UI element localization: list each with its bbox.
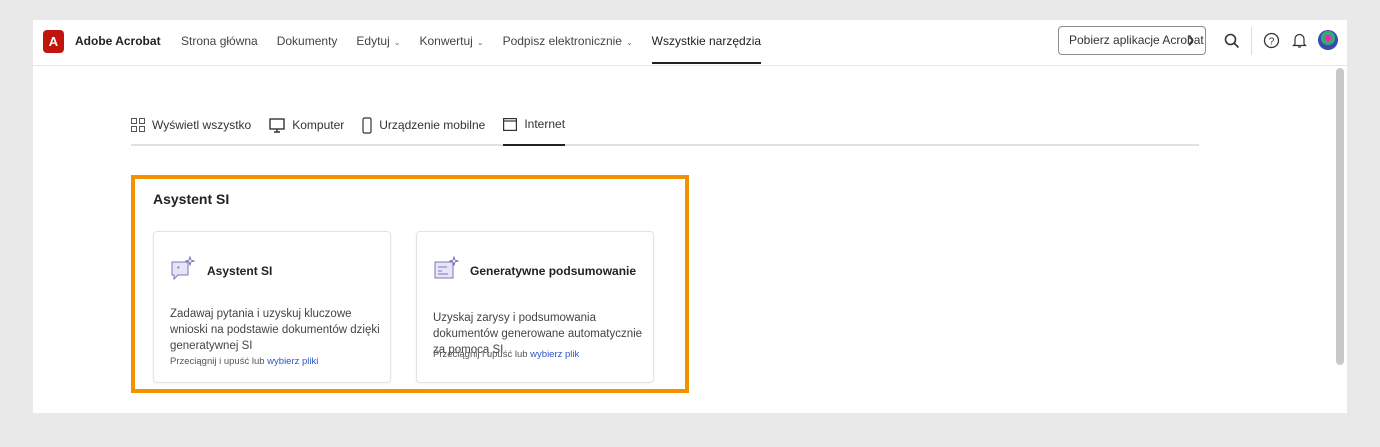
bell-icon[interactable] — [1292, 32, 1307, 49]
tool-card-generative-summary[interactable]: Generatywne podsumowanie Uzyskaj zarysy … — [416, 231, 654, 383]
nav-label: Konwertuj — [419, 34, 473, 48]
card-description: Zadawaj pytania i uzyskuj kluczowe wnios… — [170, 308, 380, 352]
card-title: Generatywne podsumowanie — [470, 264, 637, 278]
drop-hint: Przeciągnij i upuść lub wybierz plik — [433, 349, 579, 360]
nav-documents[interactable]: Dokumenty — [277, 20, 338, 64]
section-title: Asystent SI — [153, 191, 230, 207]
ai-chat-icon: * — [171, 256, 196, 281]
nav-all-tools[interactable]: Wszystkie narzędzia — [651, 20, 762, 64]
get-app-button[interactable]: Pobierz aplikacje Acrobat ❯ — [1058, 26, 1206, 55]
tab-mobile[interactable]: Urządzenie mobilne — [362, 106, 485, 144]
chevron-down-icon: ❯ — [1186, 35, 1195, 46]
adobe-acrobat-logo-icon[interactable]: A — [43, 30, 64, 53]
hint-text: Przeciągnij i upuść lub — [170, 356, 268, 367]
scrollbar[interactable] — [1336, 68, 1344, 365]
svg-text:*: * — [177, 266, 180, 273]
top-header: A Adobe Acrobat Strona główna Dokumenty … — [33, 20, 1347, 66]
nav-edit[interactable]: Edytuj ⌄ — [356, 20, 400, 64]
tab-label: Urządzenie mobilne — [379, 118, 486, 132]
nav-label: Dokumenty — [276, 34, 338, 48]
browser-icon — [503, 117, 518, 131]
tab-show-all[interactable]: Wyświetl wszystko — [131, 106, 251, 144]
chevron-down-icon: ⌄ — [476, 38, 484, 47]
tab-internet[interactable]: Internet — [503, 106, 566, 146]
nav-esign[interactable]: Podpisz elektronicznie ⌄ — [503, 20, 633, 64]
nav-label: Podpisz elektronicznie — [502, 34, 622, 48]
nav-convert[interactable]: Konwertuj ⌄ — [419, 20, 483, 64]
phone-icon — [362, 116, 372, 134]
tab-label: Internet — [524, 117, 566, 131]
ai-summary-icon — [434, 256, 459, 279]
brand-name[interactable]: Adobe Acrobat — [75, 34, 161, 48]
choose-files-link[interactable]: wybierz pliki — [267, 356, 318, 367]
main-nav: Strona główna Dokumenty Edytuj ⌄ Konwertu… — [181, 20, 762, 66]
tab-computer[interactable]: Komputer — [269, 106, 344, 144]
tool-card-ai-assistant[interactable]: * Asystent SI Zadawaj pytania i uzyskuj … — [153, 231, 391, 383]
choose-file-link[interactable]: wybierz plik — [530, 349, 579, 360]
svg-text:?: ? — [1269, 37, 1275, 48]
chevron-down-icon: ⌄ — [625, 38, 633, 47]
card-title: Asystent SI — [207, 264, 273, 278]
search-icon[interactable] — [1224, 33, 1240, 49]
chevron-down-icon: ⌄ — [393, 38, 401, 47]
nav-home[interactable]: Strona główna — [181, 20, 258, 64]
avatar[interactable] — [1318, 30, 1338, 50]
help-icon[interactable]: ? — [1263, 32, 1280, 49]
monitor-icon — [269, 117, 285, 133]
nav-label: Strona główna — [181, 34, 258, 48]
app-window: A Adobe Acrobat Strona główna Dokumenty … — [33, 20, 1347, 413]
nav-label: Wszystkie narzędzia — [651, 34, 762, 48]
hint-text: Przeciągnij i upuść lub — [433, 349, 531, 360]
tab-label: Komputer — [292, 118, 345, 132]
platform-tabs: Wyświetl wszystko Komputer Urządzenie mo… — [131, 106, 1199, 146]
grid-icon — [131, 118, 145, 132]
ai-assistant-section: Asystent SI * Asystent SI Zadawaj pytani… — [131, 175, 689, 393]
tab-label: Wyświetl wszystko — [152, 118, 252, 132]
divider — [1251, 27, 1252, 55]
nav-label: Edytuj — [356, 34, 390, 48]
get-app-label: Pobierz aplikacje Acrobat — [1069, 33, 1204, 47]
drop-hint: Przeciągnij i upuść lub wybierz pliki — [170, 356, 318, 367]
